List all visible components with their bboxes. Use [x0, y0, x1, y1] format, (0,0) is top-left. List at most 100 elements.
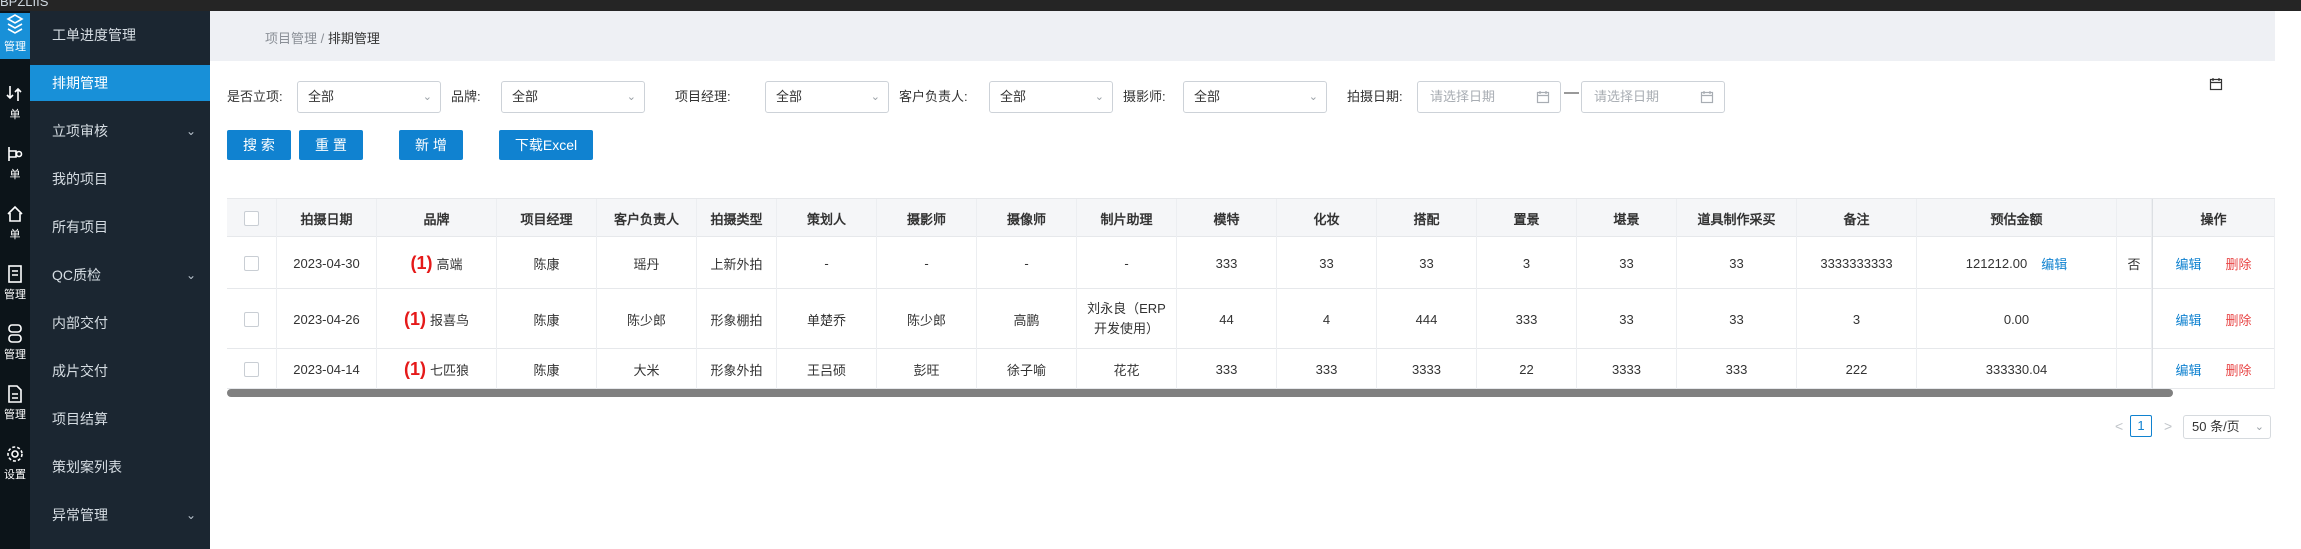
- calendar-icon: [1536, 91, 1550, 104]
- delete-link[interactable]: 删除: [2226, 360, 2252, 379]
- next-page-button[interactable]: >: [2164, 418, 2172, 434]
- select-client[interactable]: 全部 ⌄: [989, 81, 1113, 113]
- breadcrumb-parent[interactable]: 项目管理: [265, 31, 317, 46]
- row-checkbox[interactable]: [244, 255, 259, 271]
- header-checkbox-cell: [227, 199, 277, 237]
- rail-item-shapes[interactable]: 管理: [0, 323, 30, 369]
- sidebar-item-label: 我的项目: [52, 171, 108, 187]
- chevron-down-icon: ⌄: [185, 268, 196, 282]
- date-end-input[interactable]: 请选择日期: [1581, 81, 1725, 113]
- amount-edit-link[interactable]: 编辑: [2041, 254, 2067, 273]
- cell-brand: (1) 报喜鸟: [377, 289, 497, 349]
- cell-type: 形象棚拍: [697, 289, 777, 349]
- filter-label-photographer: 摄影师:: [1123, 89, 1166, 104]
- cell-model: 333: [1177, 349, 1277, 389]
- rail-item-home[interactable]: 单: [0, 203, 30, 249]
- delete-link[interactable]: 删除: [2226, 254, 2252, 273]
- sidebar-item-settlement[interactable]: 项目结算: [30, 401, 210, 437]
- chevron-down-icon: ⌄: [422, 91, 432, 103]
- cell-date: 2023-04-14: [277, 349, 377, 389]
- rail-item-swap[interactable]: 单: [0, 83, 30, 129]
- sidebar-item-internal-delivery[interactable]: 内部交付: [30, 305, 210, 341]
- rail-item-file[interactable]: 管理: [0, 383, 30, 429]
- select-photographer[interactable]: 全部 ⌄: [1183, 81, 1327, 113]
- prev-page-button[interactable]: <: [2115, 418, 2123, 434]
- date-range-separator: —: [1564, 84, 1579, 101]
- date-start-input[interactable]: 请选择日期: [1417, 81, 1561, 113]
- header-pm: 项目经理: [497, 199, 597, 237]
- edit-link[interactable]: 编辑: [2175, 254, 2201, 273]
- date-placeholder: 请选择日期: [1594, 89, 1660, 104]
- edit-link[interactable]: 编辑: [2175, 360, 2201, 379]
- cell-date: 2023-04-26: [277, 289, 377, 349]
- header-planner: 策划人: [777, 199, 877, 237]
- add-button[interactable]: 新 增: [399, 130, 463, 160]
- brand-name: 报喜鸟: [429, 312, 469, 328]
- filter-label-lixiang: 是否立项:: [227, 89, 283, 104]
- brand-name: 高端: [436, 256, 463, 272]
- cell-set: 3: [1477, 237, 1577, 289]
- search-button[interactable]: 搜 索: [227, 130, 291, 160]
- header-client: 客户负责人: [597, 199, 697, 237]
- delete-link[interactable]: 删除: [2226, 310, 2252, 329]
- cell-scout: 33: [1577, 289, 1677, 349]
- sidebar-item-label: 排期管理: [52, 75, 108, 91]
- select-lixiang[interactable]: 全部 ⌄: [297, 81, 441, 113]
- page-size-select[interactable]: 50 条/页 ⌄: [2183, 415, 2271, 439]
- rail-label: 设置: [4, 469, 26, 481]
- filter-label-pm: 项目经理:: [675, 89, 731, 104]
- chevron-down-icon: ⌄: [1308, 91, 1318, 103]
- window-topbar: BPZLIIS: [0, 0, 2301, 11]
- window-title: BPZLIIS: [0, 0, 49, 9]
- rail-item-layers[interactable]: 管理: [0, 13, 30, 59]
- reset-button[interactable]: 重 置: [299, 130, 363, 160]
- row-checkbox-cell: [227, 289, 277, 349]
- edit-link[interactable]: 编辑: [2175, 310, 2201, 329]
- sidebar-item-final-delivery[interactable]: 成片交付: [30, 353, 210, 389]
- sidebar-item-qc[interactable]: QC质检 ⌄: [30, 257, 210, 293]
- calendar-icon: [1700, 91, 1714, 104]
- calendar-icon[interactable]: [2209, 77, 2223, 94]
- cell-actions: 编辑 删除: [2152, 237, 2275, 289]
- row-checkbox[interactable]: [244, 311, 259, 327]
- brand-tag: (1): [410, 252, 433, 273]
- sidebar-item-schedule[interactable]: 排期管理: [30, 65, 210, 101]
- rail-item-settings[interactable]: 设置: [0, 443, 30, 489]
- rail-label: 单: [9, 169, 21, 181]
- filter-label-client: 客户负责人:: [899, 89, 968, 104]
- sidebar: 工单进度管理 排期管理 立项审核 ⌄ 我的项目 所有项目 QC质检 ⌄ 内部交付 成…: [30, 11, 210, 549]
- sidebar-item-label: 成片交付: [52, 363, 108, 379]
- rail-item-chart[interactable]: 单: [0, 143, 30, 189]
- sidebar-item-approval[interactable]: 立项审核 ⌄: [30, 113, 210, 149]
- icon-rail: 管理 单 单 单 管理 管理 管理 设置: [0, 11, 30, 549]
- select-pm[interactable]: 全部 ⌄: [765, 81, 889, 113]
- filter-label-brand: 品牌:: [451, 89, 481, 104]
- download-excel-button[interactable]: 下载Excel: [499, 130, 593, 160]
- file-icon: [8, 385, 22, 403]
- header-model: 模特: [1177, 199, 1277, 237]
- cell-styling: 3333: [1377, 349, 1477, 389]
- brand-tag: (1): [403, 308, 426, 329]
- cell-set: 333: [1477, 289, 1577, 349]
- cell-note: 3333333333: [1797, 237, 1917, 289]
- chevron-down-icon: ⌄: [185, 124, 196, 138]
- select-all-checkbox[interactable]: [244, 210, 259, 226]
- sidebar-item-label: 项目结算: [52, 411, 108, 427]
- date-placeholder: 请选择日期: [1430, 89, 1496, 104]
- table-row: 2023-04-30 (1) 高端 陈康 瑶丹 上新外拍 - - - - 333 …: [227, 237, 2275, 289]
- select-brand[interactable]: 全部 ⌄: [501, 81, 645, 113]
- sidebar-item-exceptions[interactable]: 异常管理 ⌄: [30, 497, 210, 533]
- cell-scout: 33: [1577, 237, 1677, 289]
- page-number-current[interactable]: 1: [2130, 415, 2152, 437]
- document-icon: [8, 265, 22, 283]
- sidebar-item-my-projects[interactable]: 我的项目: [30, 161, 210, 197]
- horizontal-scrollbar[interactable]: [227, 389, 2173, 397]
- cell-assistant: -: [1077, 237, 1177, 289]
- sidebar-item-plan-list[interactable]: 策划案列表: [30, 449, 210, 485]
- cell-props: 333: [1677, 349, 1797, 389]
- rail-label: 单: [9, 229, 21, 241]
- sidebar-item-progress[interactable]: 工单进度管理: [30, 17, 210, 53]
- row-checkbox[interactable]: [244, 361, 259, 377]
- rail-item-document[interactable]: 管理: [0, 263, 30, 309]
- sidebar-item-all-projects[interactable]: 所有项目: [30, 209, 210, 245]
